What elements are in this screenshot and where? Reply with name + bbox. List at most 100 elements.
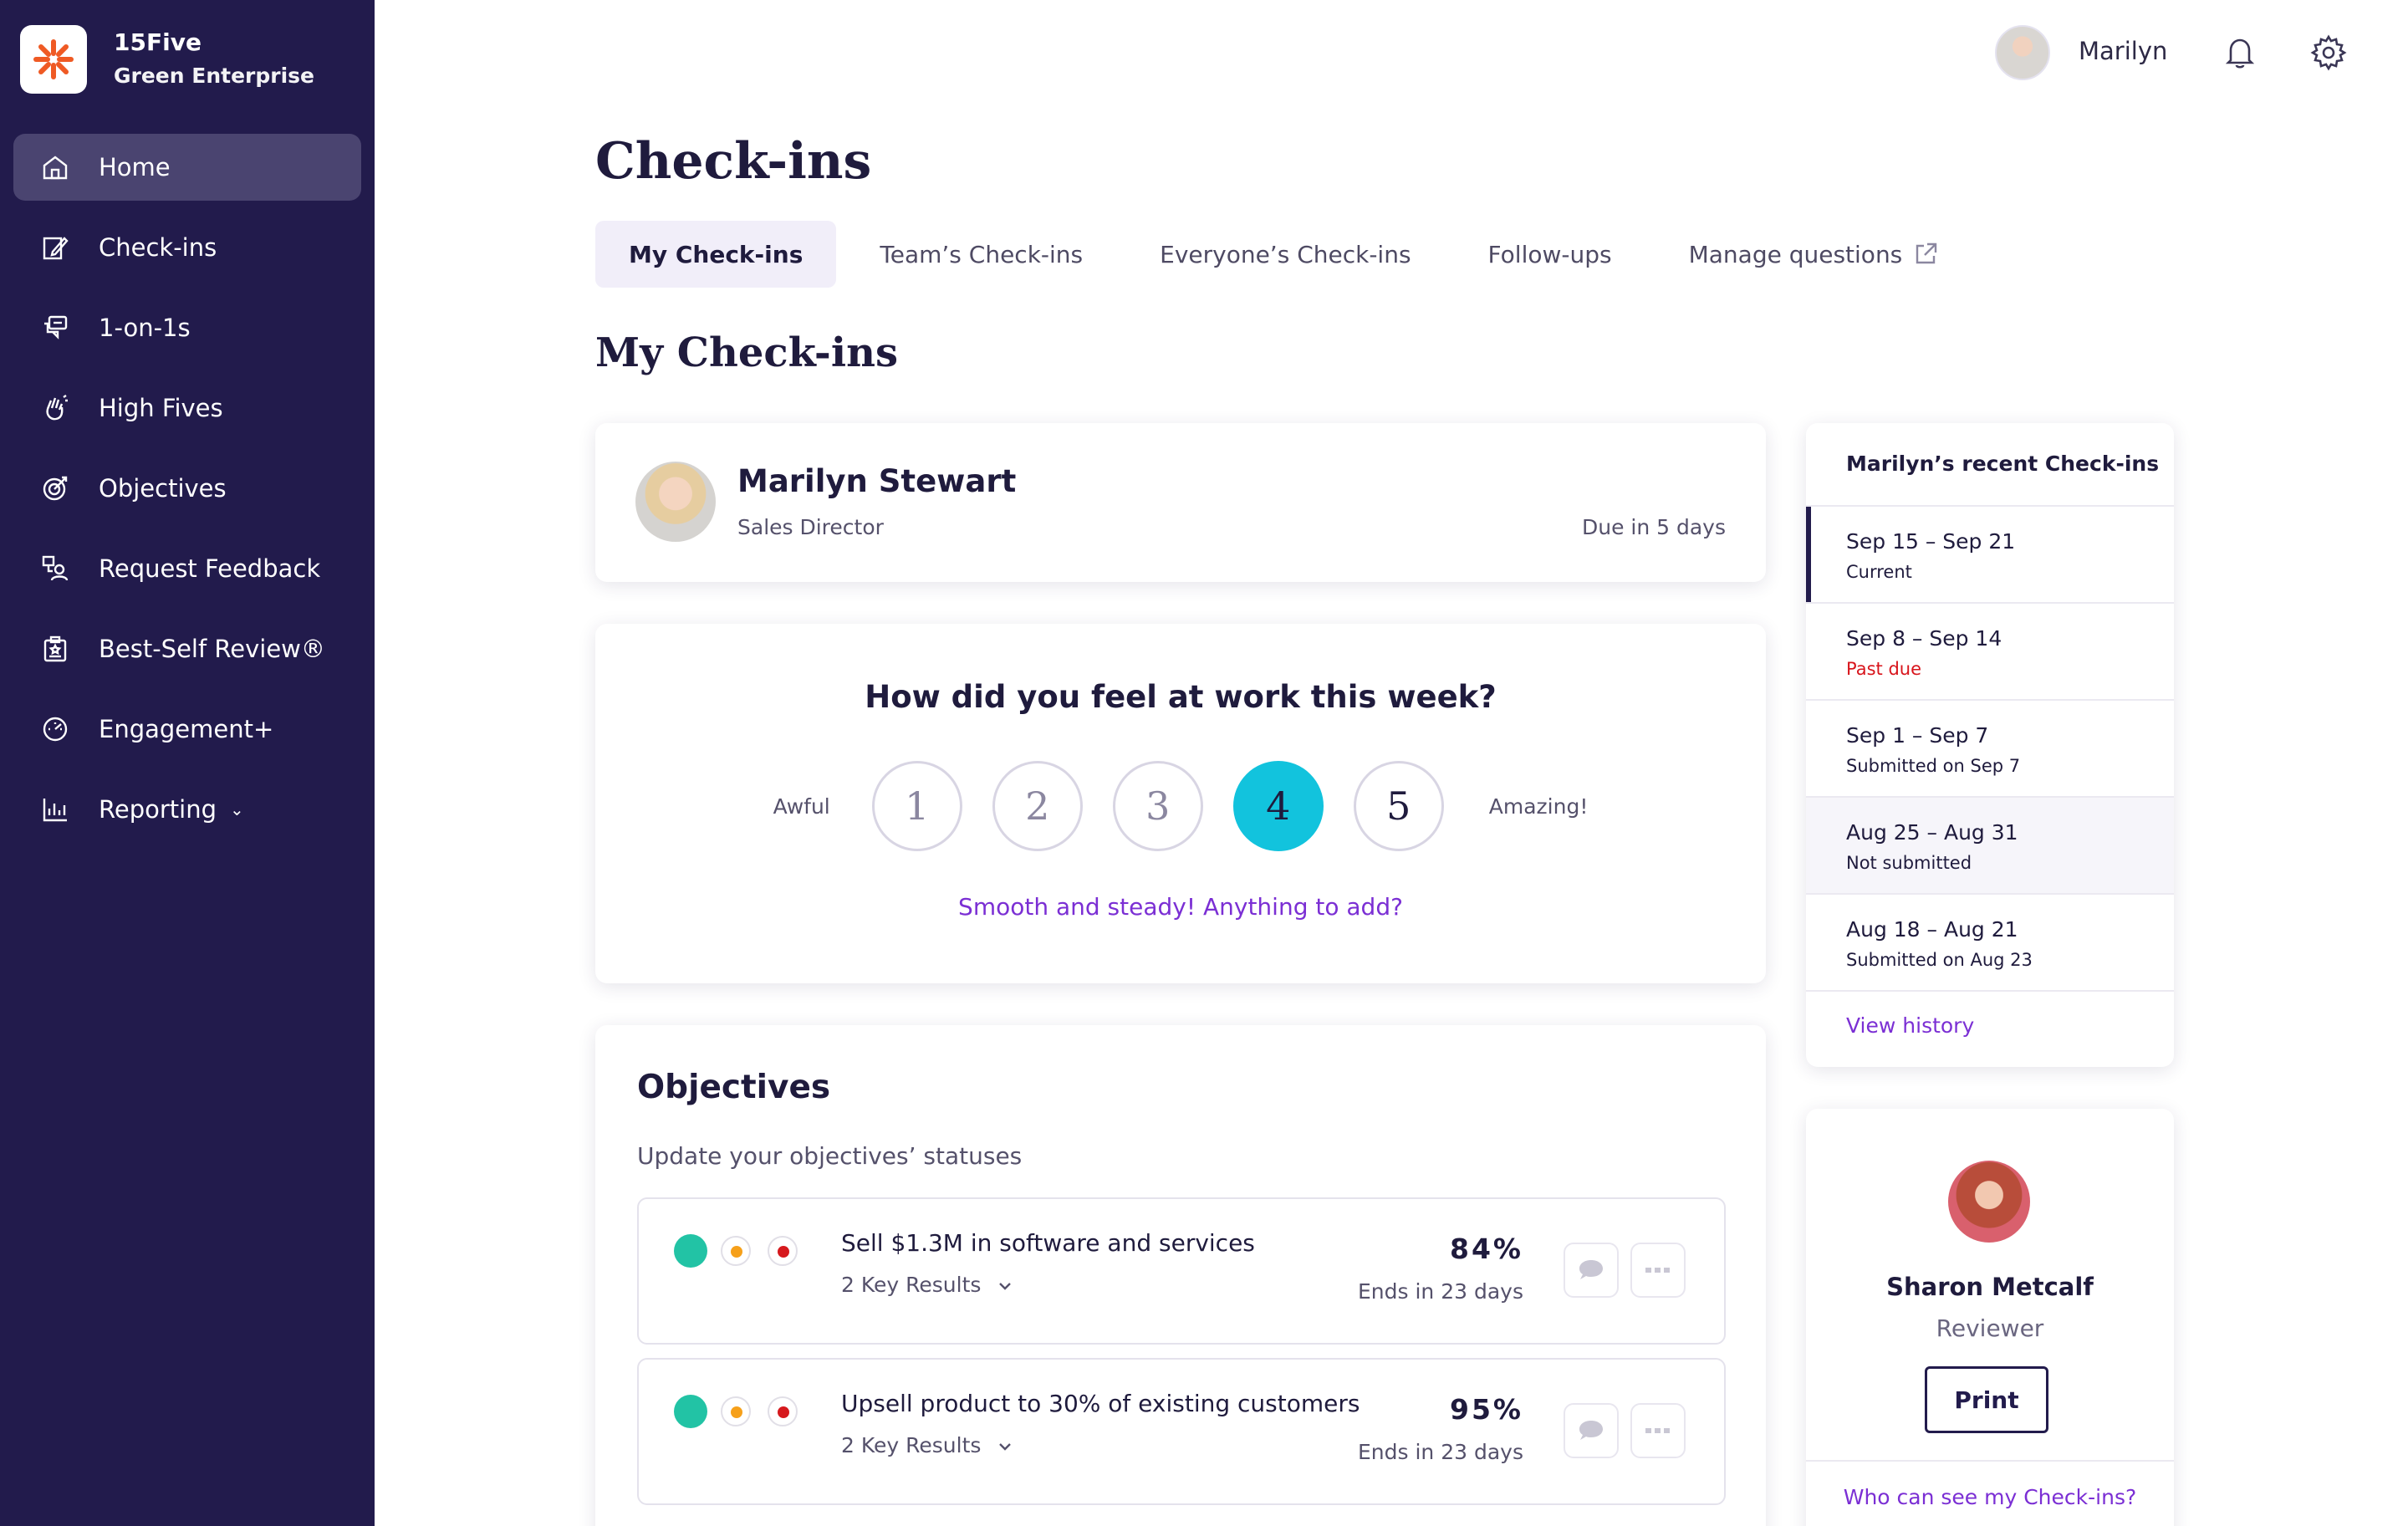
recent-check-in-item[interactable]: Aug 18 – Aug 21 Submitted on Aug 23 [1806, 895, 2174, 992]
sidebar-item-label: Reporting [99, 795, 217, 824]
avatar [635, 462, 716, 542]
scale-high-label: Amazing! [1488, 794, 1589, 819]
scale-low-label: Awful [773, 794, 830, 819]
sidebar-nav: Home Check-ins 1-on-1s High Fives Object… [13, 134, 361, 856]
mood-question: How did you feel at work this week? [865, 679, 1497, 715]
edit-icon [38, 231, 72, 264]
sidebar-item-home[interactable]: Home [13, 134, 361, 201]
comment-icon [1579, 1260, 1603, 1279]
recent-check-in-item[interactable]: Aug 25 – Aug 31 Not submitted [1806, 798, 2174, 895]
status-on-track-button[interactable] [674, 1234, 707, 1268]
user-name[interactable]: Marilyn [2079, 37, 2167, 65]
sidebar-item-reporting[interactable]: Reporting ⌄ [13, 776, 361, 843]
recent-check-in-item[interactable]: Sep 1 – Sep 7 Submitted on Sep 7 [1806, 701, 2174, 798]
gear-icon[interactable] [2309, 33, 2348, 72]
comment-button[interactable] [1564, 1243, 1619, 1298]
due-date: Due in 5 days [1581, 515, 1726, 539]
recent-check-in-status: Past due [1846, 659, 1921, 679]
brand[interactable]: 15Five Green Enterprise [20, 25, 314, 94]
sidebar-item-label: 1-on-1s [99, 314, 191, 342]
recent-check-in-item[interactable]: Sep 15 – Sep 21 Current [1806, 507, 2174, 604]
recent-check-in-date: Sep 15 – Sep 21 [1846, 529, 2016, 554]
bell-icon[interactable] [2221, 33, 2259, 72]
status-on-track-button[interactable] [674, 1395, 707, 1428]
tab-everyones-check-ins[interactable]: Everyone’s Check-ins [1126, 221, 1444, 288]
sidebar-item-best-self-review[interactable]: Best-Self Review® [13, 615, 361, 682]
reviewer-card: Sharon Metcalf Reviewer Print Who can se… [1806, 1109, 2174, 1526]
recent-check-in-date: Sep 1 – Sep 7 [1846, 723, 1989, 748]
mood-scale: Awful 1 2 3 4 5 Amazing! [595, 761, 1766, 851]
objective-percent: 95% [1450, 1393, 1523, 1426]
print-button[interactable]: Print [1925, 1366, 2048, 1433]
page-title: Check-ins [595, 132, 872, 191]
reviewer-name: Sharon Metcalf [1886, 1273, 2094, 1301]
tab-teams-check-ins[interactable]: Team’s Check-ins [846, 221, 1116, 288]
objective-name[interactable]: Sell $1.3M in software and services [841, 1229, 1255, 1257]
key-results-toggle[interactable]: 2 Key Results [841, 1433, 1014, 1457]
objective-row: Sell $1.3M in software and services 2 Ke… [637, 1197, 1726, 1345]
mood-option-3[interactable]: 3 [1112, 761, 1203, 851]
profile-role: Sales Director [737, 515, 884, 539]
key-results-label: 2 Key Results [841, 1433, 982, 1457]
sidebar-item-high-fives[interactable]: High Fives [13, 375, 361, 441]
tab-label: Manage questions [1688, 240, 1903, 268]
sidebar-item-label: Request Feedback [99, 554, 321, 583]
chevron-down-icon [996, 1437, 1014, 1455]
objectives-title: Objectives [637, 1069, 831, 1106]
key-results-toggle[interactable]: 2 Key Results [841, 1273, 1014, 1297]
objective-row: Upsell product to 30% of existing custom… [637, 1358, 1726, 1505]
sidebar-item-label: Home [99, 153, 171, 181]
sidebar-item-engagement[interactable]: Engagement+ [13, 696, 361, 763]
objectives-card: Objectives Update your objectives’ statu… [595, 1025, 1766, 1526]
profile-name: Marilyn Stewart [737, 463, 1017, 499]
recent-check-in-item[interactable]: Sep 8 – Sep 14 Past due [1806, 604, 2174, 701]
sidebar-item-objectives[interactable]: Objectives [13, 455, 361, 522]
ellipsis-icon [1645, 1428, 1670, 1433]
app-root: 15Five Green Enterprise Home Check-ins 1… [0, 0, 2408, 1526]
chat-icon [38, 311, 72, 344]
status-at-risk-button[interactable] [721, 1236, 751, 1266]
mood-option-5[interactable]: 5 [1353, 761, 1444, 851]
sidebar-item-one-on-ones[interactable]: 1-on-1s [13, 294, 361, 361]
comment-button[interactable] [1564, 1403, 1619, 1458]
mood-option-2[interactable]: 2 [992, 761, 1083, 851]
chevron-down-icon: ⌄ [229, 799, 244, 819]
mood-option-4[interactable]: 4 [1232, 761, 1324, 851]
sidebar-item-check-ins[interactable]: Check-ins [13, 214, 361, 281]
check-in-tabs: My Check-ins Team’s Check-ins Everyone’s… [595, 221, 1982, 288]
visibility-link[interactable]: Who can see my Check-ins? [1806, 1485, 2174, 1509]
recent-check-in-date: Aug 18 – Aug 21 [1846, 917, 2018, 942]
brand-org: Green Enterprise [114, 64, 315, 88]
feedback-icon [38, 552, 72, 585]
profile-card: Marilyn Stewart Sales Director Due in 5 … [595, 423, 1766, 582]
chevron-down-icon [996, 1276, 1014, 1294]
mood-option-1[interactable]: 1 [871, 761, 962, 851]
recent-check-in-date: Aug 25 – Aug 31 [1846, 820, 2018, 845]
user-avatar[interactable] [1995, 25, 2050, 80]
objective-name[interactable]: Upsell product to 30% of existing custom… [841, 1390, 1360, 1417]
ellipsis-icon [1645, 1268, 1670, 1273]
status-at-risk-button[interactable] [721, 1396, 751, 1426]
sidebar-item-label: Engagement+ [99, 715, 274, 743]
tab-follow-ups[interactable]: Follow-ups [1455, 221, 1645, 288]
recent-check-in-status: Submitted on Aug 23 [1846, 950, 2033, 970]
objective-percent: 84% [1450, 1233, 1523, 1265]
tab-my-check-ins[interactable]: My Check-ins [595, 221, 837, 288]
key-results-label: 2 Key Results [841, 1273, 982, 1297]
more-options-button[interactable] [1630, 1243, 1686, 1298]
brand-name: 15Five [114, 28, 202, 56]
objectives-subtitle: Update your objectives’ statuses [637, 1142, 1023, 1170]
more-options-button[interactable] [1630, 1403, 1686, 1458]
tab-manage-questions[interactable]: Manage questions [1656, 221, 1973, 288]
sidebar-item-request-feedback[interactable]: Request Feedback [13, 535, 361, 602]
mood-comment-link[interactable]: Smooth and steady! Anything to add? [595, 893, 1766, 921]
recent-check-ins-title: Marilyn’s recent Check-ins [1806, 423, 2174, 507]
divider [1806, 1460, 2174, 1462]
sidebar-item-label: Objectives [99, 474, 227, 503]
view-history-link[interactable]: View history [1806, 992, 2174, 1038]
target-icon [38, 472, 72, 505]
gauge-icon [38, 712, 72, 746]
status-off-track-button[interactable] [768, 1396, 798, 1426]
objective-ends: Ends in 23 days [1358, 1440, 1523, 1464]
status-off-track-button[interactable] [768, 1236, 798, 1266]
